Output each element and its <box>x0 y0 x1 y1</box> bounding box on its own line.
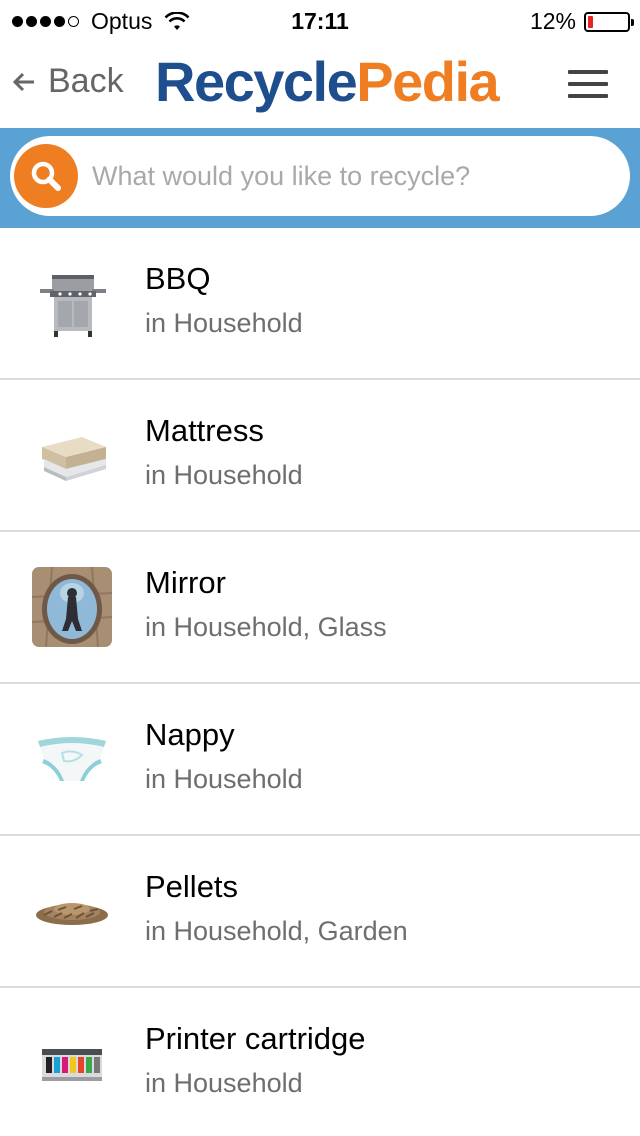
item-category: in Household <box>145 764 303 795</box>
back-button[interactable]: Back <box>12 62 124 101</box>
logo-part-recycle: Recycle <box>155 50 358 113</box>
status-right: 12% <box>529 8 634 35</box>
battery-level <box>588 15 593 28</box>
item-title: Mirror <box>145 565 226 601</box>
pellets-icon <box>32 871 112 951</box>
item-title: Nappy <box>145 717 235 753</box>
printer-cartridge-icon <box>32 1023 112 1103</box>
item-title: Mattress <box>145 413 264 449</box>
list-item-text: Printer cartridge in Household <box>145 1020 366 1100</box>
mirror-icon <box>32 567 112 647</box>
list-item-nappy[interactable]: Nappy in Household <box>0 684 640 836</box>
list-item-text: Mirror in Household, Glass <box>145 564 387 644</box>
list-item-text: Pellets in Household, Garden <box>145 868 408 948</box>
list-item-printer-cartridge[interactable]: Printer cartridge in Household <box>0 988 640 1136</box>
search-bar <box>0 128 640 228</box>
hamburger-icon <box>568 70 608 98</box>
item-category: in Household <box>145 1068 303 1099</box>
item-category: in Household <box>145 308 303 339</box>
battery-icon <box>584 11 634 32</box>
list-item-pellets[interactable]: Pellets in Household, Garden <box>0 836 640 988</box>
item-category: in Household, Glass <box>145 612 387 643</box>
list-item-text: Mattress in Household <box>145 412 303 492</box>
item-title: Pellets <box>145 869 239 905</box>
nav-bar: Back RecyclePedia <box>0 40 640 128</box>
mattress-icon <box>32 415 112 495</box>
logo: RecyclePedia <box>155 54 500 110</box>
status-bar: Optus 17:11 12% <box>0 0 640 40</box>
arrow-left-icon <box>12 72 34 91</box>
item-title: BBQ <box>145 261 211 297</box>
list-item-text: Nappy in Household <box>145 716 303 796</box>
nappy-icon <box>32 719 112 799</box>
search-input[interactable] <box>92 160 552 192</box>
search-box[interactable] <box>10 136 630 216</box>
list-item-bbq[interactable]: BBQ in Household <box>0 228 640 380</box>
search-button[interactable] <box>14 144 78 208</box>
back-label: Back <box>48 62 124 100</box>
search-icon <box>31 161 61 191</box>
item-category: in Household <box>145 460 303 491</box>
logo-part-pedia: Pedia <box>356 50 499 113</box>
item-category: in Household, Garden <box>145 916 408 947</box>
list-item-mattress[interactable]: Mattress in Household <box>0 380 640 532</box>
list-item-mirror[interactable]: Mirror in Household, Glass <box>0 532 640 684</box>
results-list: BBQ in Household Mattress in Household M… <box>0 228 640 1136</box>
item-title: Printer cartridge <box>145 1021 366 1057</box>
list-item-text: BBQ in Household <box>145 260 303 340</box>
battery-percent: 12% <box>529 8 576 34</box>
menu-button[interactable] <box>568 70 608 100</box>
bbq-icon <box>32 263 112 343</box>
